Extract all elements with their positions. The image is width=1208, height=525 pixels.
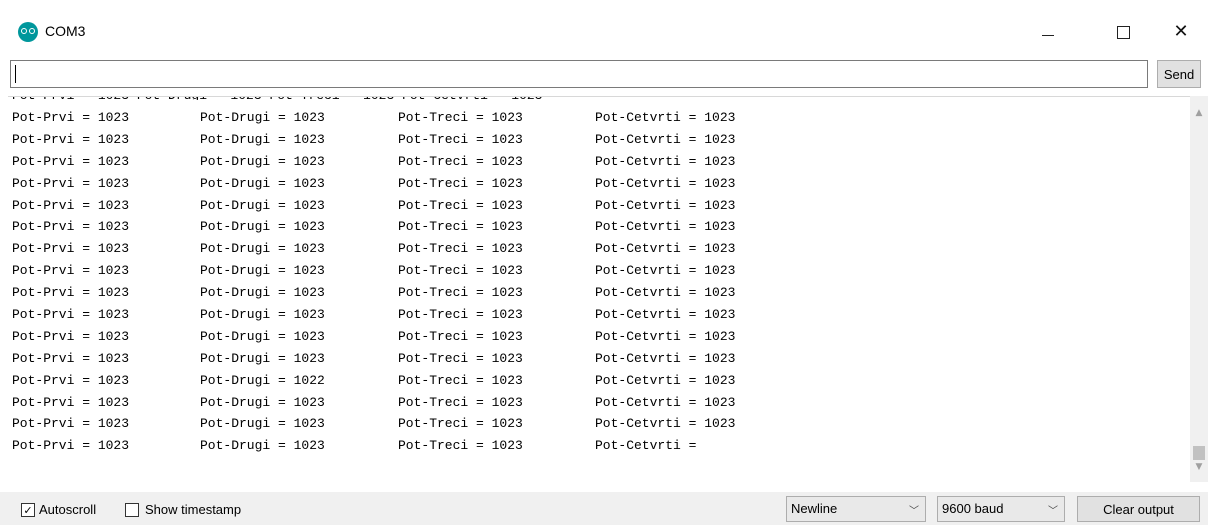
pot-prvi-reading: Pot-Prvi = 1023 xyxy=(12,328,130,344)
pot-treci-reading: Pot-Treci = 1023 xyxy=(398,416,523,432)
arduino-icon xyxy=(18,22,38,42)
maximize-button[interactable] xyxy=(1100,12,1146,52)
line-ending-value: Newline xyxy=(791,501,838,516)
pot-cetvrti-reading: Pot-Cetvrti = 1023 xyxy=(595,110,736,125)
send-button[interactable]: Send xyxy=(1157,60,1201,88)
pot-prvi-reading: Pot-Prvi = 1023 xyxy=(12,263,130,279)
pot-drugi-reading: Pot-Drugi = 1023 xyxy=(200,263,325,279)
minimize-button[interactable] xyxy=(1025,12,1071,52)
pot-prvi-reading: Pot-Prvi = 1023 xyxy=(12,219,130,235)
pot-drugi-reading: Pot-Drugi = 1023 xyxy=(200,285,325,301)
autoscroll-checkbox[interactable]: ✓ xyxy=(21,503,35,517)
text-caret xyxy=(15,65,16,83)
pot-treci-reading: Pot-Treci = 1023 xyxy=(398,263,523,279)
pot-treci-reading: Pot-Treci = 1023 xyxy=(398,153,523,169)
title-bar: COM3 ✕ xyxy=(0,0,1208,56)
pot-drugi-reading: Pot-Drugi = 1023 xyxy=(200,131,325,147)
close-icon: ✕ xyxy=(1173,21,1189,42)
pot-treci-reading: Pot-Treci = 1023 xyxy=(398,438,523,454)
pot-cetvrti-reading: Pot-Cetvrti = 1023 xyxy=(595,416,736,432)
pot-drugi-reading: Pot-Drugi = 1022 xyxy=(200,372,325,388)
serial-output[interactable]: Pot-Prvi = 1023 Pot-Drugi = 1023 Pot-Tre… xyxy=(8,96,1208,483)
chevron-down-icon: ﹀ xyxy=(909,506,919,517)
pot-cetvrti-reading: Pot-Cetvrti = 1023 xyxy=(595,372,736,388)
show-timestamp-label[interactable]: Show timestamp xyxy=(145,502,241,517)
pot-drugi-reading: Pot-Drugi = 1023 xyxy=(200,219,325,235)
pot-cetvrti-reading: Pot-Cetvrti = 1023 xyxy=(595,263,736,279)
clear-output-button[interactable]: Clear output xyxy=(1077,496,1200,522)
serial-input[interactable] xyxy=(10,60,1148,88)
autoscroll-label[interactable]: Autoscroll xyxy=(39,502,96,517)
close-button[interactable]: ✕ xyxy=(1158,12,1204,52)
minimize-icon xyxy=(1042,34,1054,36)
pot-drugi-reading: Pot-Drugi = 1023 xyxy=(200,175,325,191)
baud-rate-select[interactable]: 9600 baud ﹀ xyxy=(937,496,1065,522)
pot-prvi-reading: Pot-Prvi = 1023 xyxy=(12,175,130,191)
pot-drugi-reading: Pot-Drugi = 1023 xyxy=(200,307,325,323)
pot-cetvrti-reading: Pot-Cetvrti = 1023 xyxy=(595,328,736,344)
pot-treci-reading: Pot-Treci = 1023 xyxy=(398,110,523,125)
pot-drugi-reading: Pot-Drugi = 1023 xyxy=(200,153,325,169)
pot-treci-reading: Pot-Treci = 1023 xyxy=(398,219,523,235)
pot-drugi-reading: Pot-Drugi = 1023 xyxy=(200,110,325,125)
maximize-icon xyxy=(1116,25,1130,39)
show-timestamp-checkbox[interactable] xyxy=(125,503,139,517)
pot-cetvrti-reading: Pot-Cetvrti = 1023 xyxy=(595,241,736,257)
pot-prvi-reading: Pot-Prvi = 1023 xyxy=(12,197,130,213)
pot-prvi-reading: Pot-Prvi = 1023 xyxy=(12,110,130,125)
pot-cetvrti-reading: Pot-Cetvrti = 1023 xyxy=(595,153,736,169)
pot-prvi-reading: Pot-Prvi = 1023 xyxy=(12,416,130,432)
chevron-down-icon: ﹀ xyxy=(1048,506,1058,517)
pot-treci-reading: Pot-Treci = 1023 xyxy=(398,197,523,213)
pot-drugi-reading: Pot-Drugi = 1023 xyxy=(200,394,325,410)
window-title: COM3 xyxy=(45,23,86,39)
pot-prvi-reading: Pot-Prvi = 1023 xyxy=(12,372,130,388)
pot-cetvrti-reading: Pot-Cetvrti = 1023 xyxy=(595,175,736,191)
pot-treci-reading: Pot-Treci = 1023 xyxy=(398,350,523,366)
pot-cetvrti-reading: Pot-Cetvrti = 1023 xyxy=(595,131,736,147)
pot-drugi-reading: Pot-Drugi = 1023 xyxy=(200,241,325,257)
scroll-down-icon[interactable]: ▼ xyxy=(1190,458,1208,476)
pot-prvi-reading: Pot-Prvi = 1023 xyxy=(12,307,130,323)
pot-prvi-reading: Pot-Prvi = 1023 xyxy=(12,241,130,257)
pot-treci-reading: Pot-Treci = 1023 xyxy=(398,307,523,323)
pot-drugi-reading: Pot-Drugi = 1023 xyxy=(200,350,325,366)
pot-cetvrti-reading: Pot-Cetvrti = 1023 xyxy=(595,307,736,323)
pot-drugi-reading: Pot-Drugi = 1023 xyxy=(200,438,325,454)
pot-drugi-reading: Pot-Drugi = 1023 xyxy=(200,197,325,213)
pot-cetvrti-reading: Pot-Cetvrti = 1023 xyxy=(595,350,736,366)
pot-cetvrti-reading: Pot-Cetvrti = 1023 xyxy=(595,394,736,410)
pot-treci-reading: Pot-Treci = 1023 xyxy=(398,372,523,388)
partial-line: Pot-Prvi = 1023 Pot-Drugi = 1023 Pot-Tre… xyxy=(12,97,543,100)
pot-treci-reading: Pot-Treci = 1023 xyxy=(398,175,523,191)
scroll-up-icon[interactable]: ▲ xyxy=(1190,104,1208,122)
pot-cetvrti-reading: Pot-Cetvrti = 1023 xyxy=(595,285,736,301)
pot-cetvrti-reading: Pot-Cetvrti = xyxy=(595,438,705,454)
line-ending-select[interactable]: Newline ﹀ xyxy=(786,496,926,522)
pot-treci-reading: Pot-Treci = 1023 xyxy=(398,241,523,257)
baud-rate-value: 9600 baud xyxy=(942,501,1004,516)
pot-cetvrti-reading: Pot-Cetvrti = 1023 xyxy=(595,219,736,235)
pot-prvi-reading: Pot-Prvi = 1023 xyxy=(12,131,130,147)
pot-prvi-reading: Pot-Prvi = 1023 xyxy=(12,153,130,169)
pot-treci-reading: Pot-Treci = 1023 xyxy=(398,328,523,344)
pot-treci-reading: Pot-Treci = 1023 xyxy=(398,131,523,147)
pot-treci-reading: Pot-Treci = 1023 xyxy=(398,285,523,301)
pot-drugi-reading: Pot-Drugi = 1023 xyxy=(200,328,325,344)
pot-cetvrti-reading: Pot-Cetvrti = 1023 xyxy=(595,197,736,213)
pot-prvi-reading: Pot-Prvi = 1023 xyxy=(12,285,130,301)
pot-prvi-reading: Pot-Prvi = 1023 xyxy=(12,350,130,366)
pot-prvi-reading: Pot-Prvi = 1023 xyxy=(12,438,130,454)
pot-treci-reading: Pot-Treci = 1023 xyxy=(398,394,523,410)
pot-drugi-reading: Pot-Drugi = 1023 xyxy=(200,416,325,432)
pot-prvi-reading: Pot-Prvi = 1023 xyxy=(12,394,130,410)
vertical-scrollbar[interactable]: ▲ ▼ xyxy=(1190,96,1208,482)
